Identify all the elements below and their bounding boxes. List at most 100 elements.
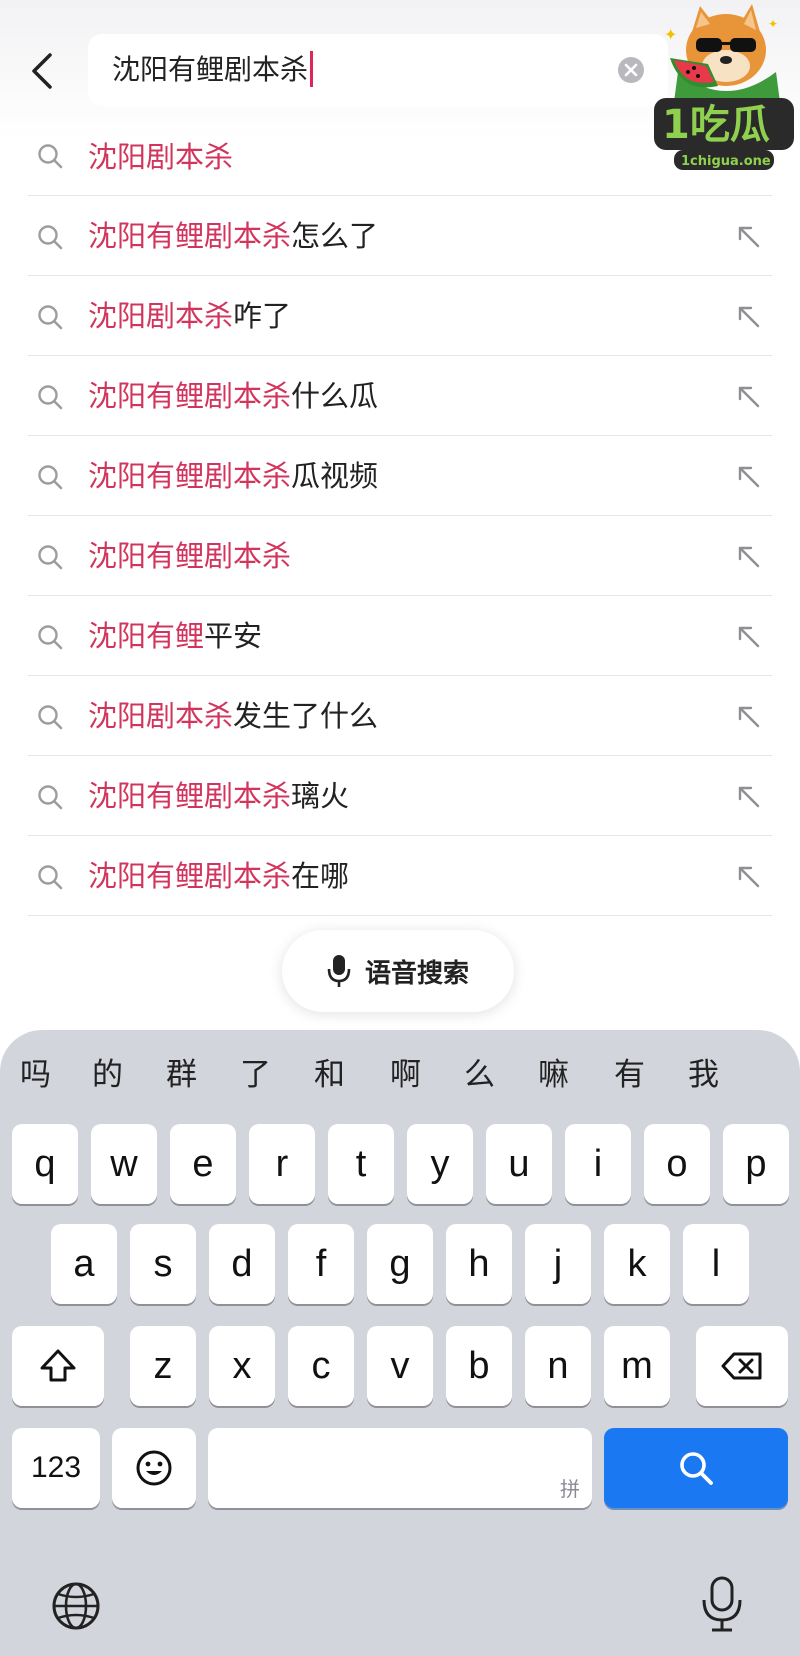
candidate-word[interactable]: 有 [614,1052,645,1098]
key-u[interactable]: u [486,1124,552,1204]
key-g[interactable]: g [367,1224,433,1304]
key-h[interactable]: h [446,1224,512,1304]
fill-query-button[interactable] [732,460,766,494]
suggestion-list: 沈阳剧本杀 沈阳有鲤剧本杀怎么了 沈阳剧本杀咋了 沈阳有鲤剧本杀什么瓜 沈阳有鲤剧本杀瓜… [28,118,772,916]
suggestion-item[interactable]: 沈阳有鲤剧本杀怎么了 [28,196,772,276]
clear-x-icon [624,63,638,77]
key-q[interactable]: q [12,1124,78,1204]
shift-arrow-icon [40,1349,76,1382]
key-t[interactable]: t [328,1124,394,1204]
microphone-icon [702,1576,742,1632]
numbers-key[interactable]: 123 [12,1428,100,1508]
arrow-up-left-icon [738,386,760,408]
candidate-word[interactable]: 和 [314,1052,345,1098]
suggestion-highlight: 沈阳有鲤 [88,619,205,653]
key-a[interactable]: a [51,1224,117,1304]
suggestion-highlight: 沈阳剧本杀 [88,140,234,174]
emoji-key[interactable] [112,1428,196,1508]
suggestion-item[interactable]: 沈阳有鲤剧本杀瓜视频 [28,436,772,516]
suggestion-item[interactable]: 沈阳有鲤剧本杀在哪 [28,836,772,916]
suggestion-text: 沈阳剧本杀发生了什么 [88,676,378,756]
clear-search-button[interactable] [618,57,644,83]
suggestion-item[interactable]: 沈阳有鲤平安 [28,596,772,676]
candidate-word[interactable]: 的 [92,1052,123,1098]
candidate-word[interactable]: 嘛 [538,1052,569,1098]
key-n[interactable]: n [525,1326,591,1406]
search-icon [38,144,63,169]
key-o[interactable]: o [644,1124,710,1204]
arrow-up-left-icon [738,786,760,808]
suggestion-text: 沈阳有鲤剧本杀 [88,516,291,596]
key-z[interactable]: z [130,1326,196,1406]
candidate-word[interactable]: 群 [166,1052,197,1098]
key-s[interactable]: s [130,1224,196,1304]
suggestion-item[interactable]: 沈阳剧本杀 [28,118,772,196]
fill-query-button[interactable] [732,620,766,654]
globe-key[interactable] [50,1580,102,1632]
search-icon [38,785,63,810]
arrow-up-left-icon [738,866,760,888]
dictation-key[interactable] [698,1574,746,1634]
candidate-word[interactable]: 了 [240,1052,271,1098]
candidate-word[interactable]: 啊 [390,1052,421,1098]
fill-query-button[interactable] [732,380,766,414]
suggestion-rest: 咋了 [233,299,292,333]
key-b[interactable]: b [446,1326,512,1406]
key-j[interactable]: j [525,1224,591,1304]
fill-query-button[interactable] [732,780,766,814]
search-input-text: 沈阳有鲤剧本杀 [112,34,314,106]
suggestion-text: 沈阳剧本杀咋了 [88,276,291,356]
suggestion-highlight: 沈阳有鲤剧本杀 [88,859,292,893]
suggestion-item[interactable]: 沈阳剧本杀咋了 [28,276,772,356]
suggestion-item[interactable]: 沈阳剧本杀发生了什么 [28,676,772,756]
suggestion-item[interactable]: 沈阳有鲤剧本杀 [28,516,772,596]
fill-query-button[interactable] [732,300,766,334]
key-e[interactable]: e [170,1124,236,1204]
space-key[interactable]: 拼 [208,1428,592,1508]
candidate-word[interactable]: 我 [688,1052,719,1098]
globe-icon [52,1582,100,1630]
key-w[interactable]: w [91,1124,157,1204]
suggestion-item[interactable]: 沈阳有鲤剧本杀璃火 [28,756,772,836]
backspace-key[interactable] [696,1326,788,1406]
suggestion-highlight: 沈阳有鲤剧本杀 [88,779,292,813]
candidate-word[interactable]: 么 [464,1052,495,1098]
key-d[interactable]: d [209,1224,275,1304]
suggestion-item[interactable]: 沈阳有鲤剧本杀什么瓜 [28,356,772,436]
suggestion-text: 沈阳有鲤剧本杀什么瓜 [88,356,378,436]
key-p[interactable]: p [723,1124,789,1204]
key-y[interactable]: y [407,1124,473,1204]
key-m[interactable]: m [604,1326,670,1406]
fill-query-button[interactable] [732,220,766,254]
key-k[interactable]: k [604,1224,670,1304]
suggestion-rest: 什么瓜 [291,379,379,413]
chevron-left-icon [32,53,52,89]
key-x[interactable]: x [209,1326,275,1406]
search-icon [38,625,63,650]
fill-query-button[interactable] [732,860,766,894]
suggestion-text: 沈阳有鲤剧本杀在哪 [88,836,349,916]
search-key[interactable] [604,1428,788,1508]
suggestion-highlight: 沈阳有鲤剧本杀 [88,459,292,493]
suggestion-rest: 发生了什么 [233,699,379,733]
key-r[interactable]: r [249,1124,315,1204]
suggestion-text: 沈阳有鲤平安 [88,596,262,676]
fill-query-button[interactable] [732,700,766,734]
search-input[interactable]: 沈阳有鲤剧本杀 [88,34,668,106]
suggestion-highlight: 沈阳有鲤剧本杀 [88,539,292,573]
key-l[interactable]: l [683,1224,749,1304]
key-f[interactable]: f [288,1224,354,1304]
key-v[interactable]: v [367,1326,433,1406]
search-icon [38,705,63,730]
back-button[interactable] [22,46,62,96]
candidate-word[interactable]: 吗 [20,1052,51,1098]
key-c[interactable]: c [288,1326,354,1406]
voice-search-button[interactable]: 语音搜索 [282,930,514,1012]
shift-key[interactable] [12,1326,104,1406]
search-icon [38,465,63,490]
search-icon [38,305,63,330]
text-caret [310,51,314,87]
fill-query-button[interactable] [732,540,766,574]
key-i[interactable]: i [565,1124,631,1204]
voice-search-label: 语音搜索 [364,958,469,989]
